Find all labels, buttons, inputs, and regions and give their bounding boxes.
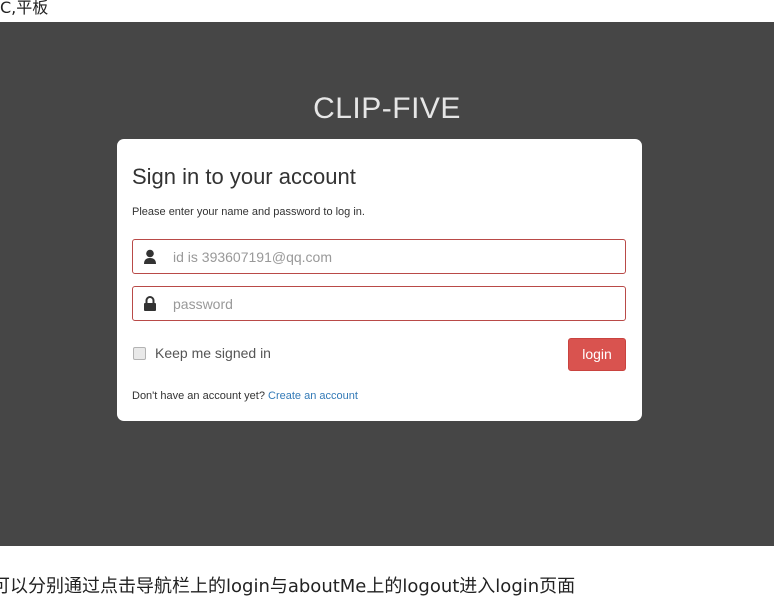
- remember-checkbox[interactable]: [133, 346, 146, 360]
- password-input[interactable]: [173, 287, 613, 320]
- lock-icon: [143, 296, 157, 312]
- login-button[interactable]: login: [568, 338, 626, 371]
- top-text: C,平板: [0, 0, 49, 17]
- card-title: Sign in to your account: [132, 164, 356, 189]
- signup-row: Don't have an account yet? Create an acc…: [132, 390, 358, 402]
- remember-label: Keep me signed in: [155, 345, 271, 361]
- password-field[interactable]: [132, 286, 626, 321]
- remember-me[interactable]: Keep me signed in: [133, 345, 271, 361]
- card-subtitle: Please enter your name and password to l…: [132, 206, 365, 218]
- bottom-caption: 可以分别通过点击导航栏上的login与aboutMe上的logout进入logi…: [0, 576, 576, 597]
- username-field[interactable]: [132, 239, 626, 274]
- username-input[interactable]: [173, 240, 613, 273]
- user-icon: [143, 249, 157, 265]
- login-card: Sign in to your account Please enter you…: [117, 139, 642, 421]
- signup-prompt: Don't have an account yet?: [132, 390, 269, 402]
- create-account-link[interactable]: Create an account: [268, 390, 358, 402]
- brand-title: CLIP-FIVE: [313, 92, 461, 125]
